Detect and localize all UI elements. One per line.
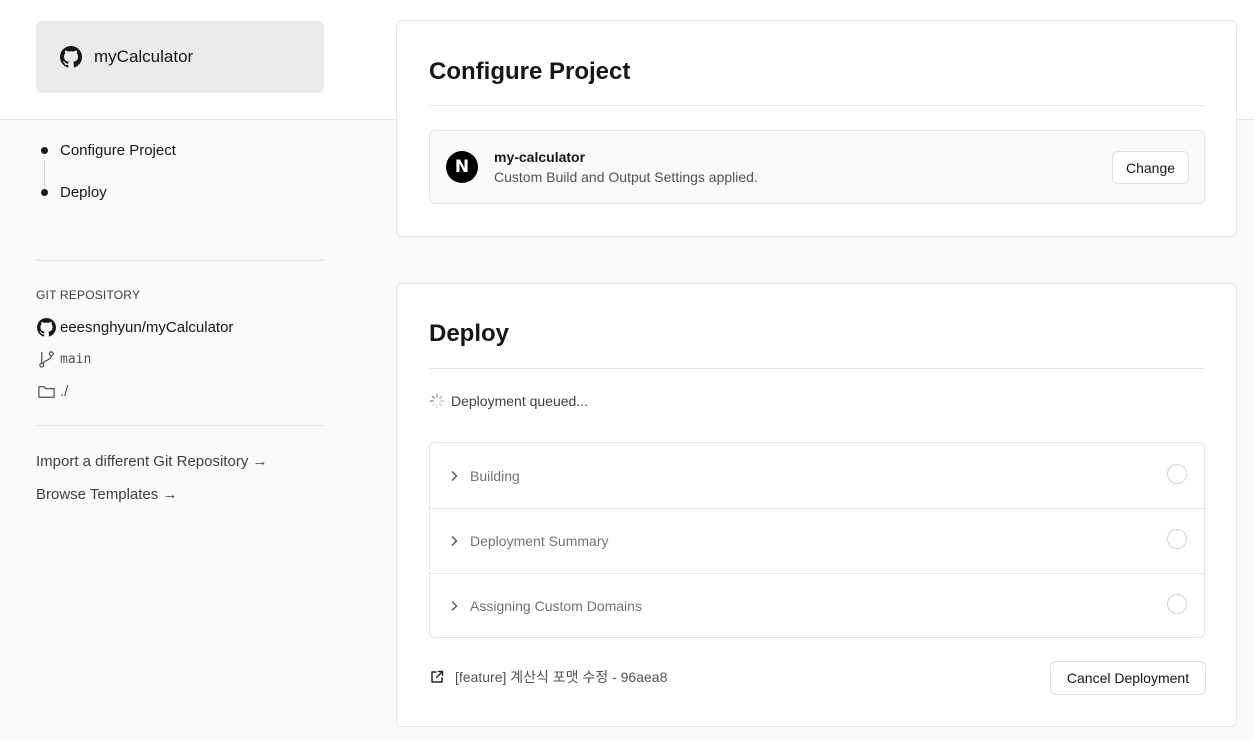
commit-link[interactable]: [feature] 계산식 포맷 수정 - 96aea8 xyxy=(429,667,667,687)
step-assigning-custom-domains[interactable]: Assigning Custom Domains xyxy=(430,573,1204,637)
project-name: my-calculator xyxy=(494,149,586,165)
change-button[interactable]: Change xyxy=(1112,151,1189,184)
deploy-panel: Deploy Deployment queued... Building Dep… xyxy=(396,283,1237,727)
step-label: Assigning Custom Domains xyxy=(470,597,642,614)
step-status-circle xyxy=(1167,529,1187,549)
step-deployment-summary[interactable]: Deployment Summary xyxy=(430,508,1204,573)
step-building[interactable]: Building xyxy=(430,443,1204,508)
git-branch-icon xyxy=(36,349,56,369)
step-configure-project: Configure Project xyxy=(36,142,176,159)
deployment-status: Deployment queued... xyxy=(429,393,588,409)
repo-card-name: myCalculator xyxy=(94,47,194,66)
step-label: Configure Project xyxy=(60,142,176,159)
deployment-steps: Building Deployment Summary Assigning Cu… xyxy=(429,442,1205,638)
deploy-title: Deploy xyxy=(429,320,510,347)
step-dot xyxy=(41,189,48,196)
step-label: Deployment Summary xyxy=(470,532,609,549)
project-summary: N my-calculator Custom Build and Output … xyxy=(429,130,1205,204)
chevron-right-icon xyxy=(448,470,460,482)
git-branch-row: main xyxy=(36,349,91,369)
step-status-circle xyxy=(1167,464,1187,484)
root-directory: ./ xyxy=(60,382,69,400)
cancel-deployment-button[interactable]: Cancel Deployment xyxy=(1050,661,1206,695)
repository-name: eeesnghyun/myCalculator xyxy=(60,318,234,336)
browse-templates-link[interactable]: Browse Templates → xyxy=(36,486,177,503)
project-settings-note: Custom Build and Output Settings applied… xyxy=(494,169,758,185)
step-status-circle xyxy=(1167,594,1187,614)
chevron-right-icon xyxy=(448,600,460,612)
step-label: Deploy xyxy=(60,184,107,201)
deployment-status-text: Deployment queued... xyxy=(451,393,588,409)
sidebar-divider xyxy=(36,425,324,426)
step-dot xyxy=(41,147,48,154)
import-repository-link[interactable]: Import a different Git Repository → xyxy=(36,453,267,470)
root-directory-row: ./ xyxy=(36,381,68,401)
git-repository-heading: GIT REPOSITORY xyxy=(36,288,141,302)
step-deploy: Deploy xyxy=(36,184,107,201)
commit-message: [feature] 계산식 포맷 수정 - 96aea8 xyxy=(455,669,668,685)
github-icon xyxy=(60,46,82,68)
external-link-icon xyxy=(429,669,445,685)
configure-project-panel: Configure Project N my-calculator Custom… xyxy=(396,20,1237,237)
git-repository-link[interactable]: eeesnghyun/myCalculator xyxy=(36,317,233,337)
github-icon xyxy=(36,317,56,337)
chevron-right-icon xyxy=(448,535,460,547)
step-label: Building xyxy=(470,467,520,484)
folder-icon xyxy=(36,381,56,401)
nextjs-logo-icon: N xyxy=(446,151,478,183)
panel-divider xyxy=(429,105,1205,106)
repo-card[interactable]: myCalculator xyxy=(36,21,324,93)
branch-name: main xyxy=(60,351,92,367)
configure-project-title: Configure Project xyxy=(429,58,631,85)
spinner-icon xyxy=(429,393,445,409)
panel-divider xyxy=(429,368,1205,369)
sidebar-divider xyxy=(36,260,324,261)
